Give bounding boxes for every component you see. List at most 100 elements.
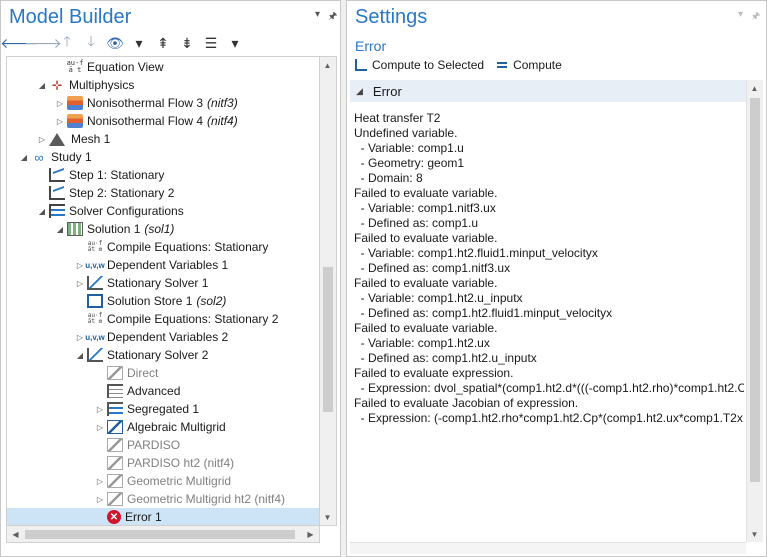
algebraic-multigrid-icon [107,420,123,434]
tree-item[interactable]: ▷ Stationary Solver 1 [7,274,319,292]
expand-icon[interactable]: ▷ [95,472,105,490]
disabled-solver-icon [107,438,123,452]
collapse-icon[interactable]: ◢ [55,220,65,238]
tree-item[interactable]: ▷ Nonisothermal Flow 3 (nitf3) [7,94,319,112]
error-message-line: - Defined as: comp1.ht2.u_inputx [354,351,537,365]
tree-horizontal-scrollbar[interactable]: ◀ ▶ [6,526,320,543]
expand-icon[interactable]: ▷ [55,94,65,112]
tree-item-label: Nonisothermal Flow 3 [87,96,204,110]
tree-item[interactable]: PARDISO [7,436,319,454]
stationary-step-icon [49,186,65,200]
section-collapse-icon: ◢ [356,85,363,96]
chevron-down-icon[interactable]: ▾ [223,34,247,52]
collapse-all-icon[interactable]: ⇞ [151,34,175,52]
tree-item[interactable]: ◢ Stationary Solver 2 [7,346,319,364]
compute-button[interactable]: Compute [496,58,562,72]
tree-item[interactable]: ▷ Nonisothermal Flow 4 (nitf4) [7,112,319,130]
expand-icon[interactable]: ▷ [95,418,105,436]
tree-item[interactable]: ▷ u,v,w Dependent Variables 1 [7,256,319,274]
expand-icon[interactable]: ▷ [55,112,65,130]
scroll-thumb[interactable] [750,98,760,482]
tree-item-label: Stationary Solver 1 [107,276,209,290]
tree-item-label: Stationary Solver 2 [107,348,209,362]
error-message: Heat transfer T2 Undefined variable. - Va… [354,111,744,431]
pin-icon[interactable]: 🖈 [328,9,337,26]
expand-icon[interactable]: ▷ [37,130,47,148]
tree-item-label: Dependent Variables 2 [107,330,229,344]
scroll-up-icon[interactable]: ▲ [319,57,336,73]
error-message-line: - Variable: comp1.ht2.fluid1.minput_velo… [354,246,598,260]
tree-item[interactable]: Step 1: Stationary [7,166,319,184]
collapse-icon[interactable]: ◢ [75,346,85,364]
tree-item[interactable]: ▷ Geometric Multigrid [7,472,319,490]
expand-icon[interactable]: ▷ [75,274,85,292]
expand-icon[interactable]: ▷ [95,400,105,418]
settings-vertical-scrollbar[interactable]: ▲ ▼ [746,80,763,542]
forward-arrow-icon[interactable]: 🡒 [24,34,62,52]
expand-all-icon[interactable]: ⇟ [175,34,199,52]
scroll-down-icon[interactable]: ▼ [319,509,336,525]
error-message-line: Heat transfer T2 [354,111,441,125]
expand-icon[interactable]: ▷ [75,328,85,346]
settings-title: Settings [355,6,428,28]
tree-item[interactable]: au·f āt ⚙ Compile Equations: Stationary [7,238,319,256]
tree-item[interactable]: ◢ Solution 1 (sol1) [7,220,319,238]
scroll-thumb[interactable] [25,530,295,539]
view-list-icon[interactable]: ☰ [199,34,223,52]
tree-item[interactable]: ▷ Mesh 1 [7,130,319,148]
tree-item[interactable]: ▷ Geometric Multigrid ht2 (nitf4) [7,490,319,508]
tree-item[interactable]: Advanced [7,382,319,400]
error-message-line: - Geometry: geom1 [354,156,465,170]
tree-item[interactable]: ◢ ⊹ Multiphysics [7,76,319,94]
expand-icon[interactable]: ▷ [95,490,105,508]
chevron-down-icon[interactable]: ▾ [127,34,151,52]
tree-item[interactable]: ▷ Algebraic Multigrid [7,418,319,436]
pin-icon[interactable]: 🖈 [751,9,760,26]
tree-item[interactable]: Direct [7,364,319,382]
tree-item-tag: (nitf4) [207,114,238,128]
compute-label: Compute [513,58,562,72]
tree-item[interactable]: ◢ Solver Configurations [7,202,319,220]
error-section-header[interactable]: ◢ Error [350,80,746,102]
collapse-icon[interactable]: ◢ [37,76,47,94]
tree-item[interactable]: Solution Store 1 (sol2) [7,292,319,310]
scroll-right-icon[interactable]: ▶ [302,526,319,542]
multiphysics-icon: ⊹ [51,78,63,92]
tree-item-tag: (nitf3) [207,96,238,110]
scroll-up-icon[interactable]: ▲ [746,80,763,96]
collapse-icon[interactable]: ◢ [37,202,47,220]
expand-icon[interactable]: ▷ [75,256,85,274]
tree-item-label: Study 1 [51,150,92,164]
chevron-down-icon[interactable]: ▾ [738,9,743,20]
tree-item[interactable]: PARDISO ht2 (nitf4) [7,454,319,472]
dependent-variables-icon: u,v,w [85,332,105,342]
tree-item[interactable]: ▷ Segregated 1 [7,400,319,418]
scroll-thumb[interactable] [323,267,333,412]
stationary-solver-icon [87,276,103,290]
scroll-left-icon[interactable]: ◀ [7,526,24,542]
settings-panel: Settings ▾ 🖈 Error Compute to Selected C… [346,0,767,557]
tree-vertical-scrollbar[interactable]: ▲ ▼ [320,56,337,526]
tree-item[interactable]: Step 2: Stationary 2 [7,184,319,202]
compute-to-selected-button[interactable]: Compute to Selected [355,58,484,72]
error-message-line: - Defined as: comp1.nitf3.ux [354,261,511,275]
compute-icon [496,59,508,71]
disabled-solver-icon [107,492,123,506]
show-icon[interactable]: 👁 [103,34,127,52]
chevron-down-icon[interactable]: ▾ [315,9,320,20]
tree-item[interactable]: ◢ ∞ Study 1 [7,148,319,166]
tree-item[interactable]: au·f āt ⚙ Compile Equations: Stationary 2 [7,310,319,328]
move-up-icon[interactable]: 🡑 [55,33,79,52]
tree-item[interactable]: au·f ā t Equation View [7,58,319,76]
tree-item[interactable]: ✕ Error 1 [7,508,319,525]
move-down-icon[interactable]: 🡓 [79,33,103,52]
scroll-down-icon[interactable]: ▼ [746,526,763,542]
tree-item[interactable]: ▷ u,v,w Dependent Variables 2 [7,328,319,346]
collapse-icon[interactable]: ◢ [19,148,29,166]
error-message-line: - Domain: 8 [354,171,423,185]
